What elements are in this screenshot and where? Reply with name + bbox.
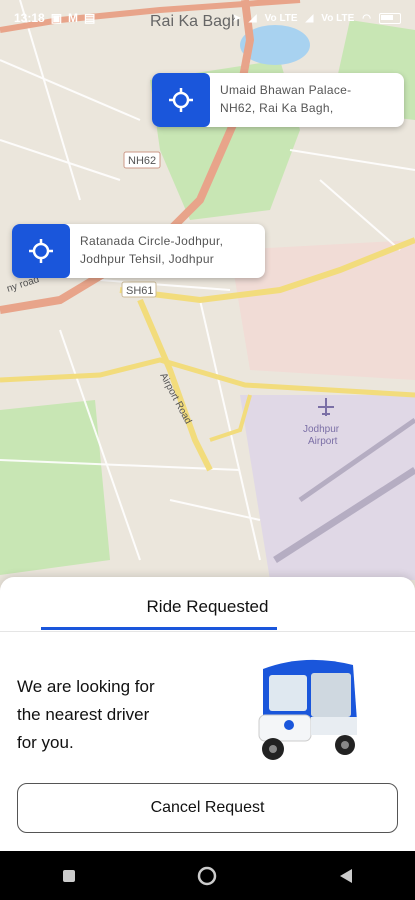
home-circle-icon[interactable] — [187, 856, 227, 896]
volte-icon: Vo LTE — [264, 12, 298, 24]
auto-rickshaw-image — [245, 651, 365, 776]
signal-icon: ◢ — [248, 12, 257, 24]
status-time: 13:18 — [14, 11, 45, 25]
map-label-sh61: SH61 — [126, 285, 154, 297]
gmail-icon: M — [68, 11, 79, 25]
signal-icon: ◢ — [305, 12, 314, 24]
volte-icon: Vo LTE — [321, 12, 355, 24]
divider — [0, 631, 415, 632]
map-label-airport-2: Airport — [308, 436, 338, 447]
status-bar: 13:18 ▣ M ▤ ➤ ◢ Vo LTE ◢ Vo LTE ◠ — [0, 0, 415, 36]
pickup-pin-card[interactable]: Umaid Bhawan Palace- NH62, Rai Ka Bagh, — [152, 73, 404, 127]
ride-status-sheet: Ride Requested We are looking for the ne… — [0, 577, 415, 851]
image-icon: ▤ — [84, 11, 96, 25]
pickup-address: Umaid Bhawan Palace- NH62, Rai Ka Bagh, — [210, 73, 361, 127]
map-label-nh62: NH62 — [128, 155, 156, 167]
message-line: the nearest driver — [17, 705, 150, 724]
drop-line1: Ratanada Circle-Jodhpur, — [80, 234, 224, 248]
tab-ride-requested[interactable]: Ride Requested — [0, 597, 415, 617]
map-label-airport-1: Jodhpur — [303, 424, 340, 435]
message-line: for you. — [17, 733, 74, 752]
back-triangle-icon[interactable] — [326, 856, 366, 896]
tab-indicator — [41, 627, 277, 630]
recents-square-icon[interactable] — [49, 856, 89, 896]
message-line: We are looking for — [17, 677, 155, 696]
location-target-icon — [152, 73, 210, 127]
pickup-line2: NH62, Rai Ka Bagh, — [220, 101, 334, 115]
drop-line2: Jodhpur Tehsil, Jodhpur — [80, 252, 215, 266]
system-nav-bar — [0, 851, 415, 900]
notification-icon: ▣ — [50, 11, 63, 25]
cancel-request-button[interactable]: Cancel Request — [17, 783, 398, 833]
drop-address: Ratanada Circle-Jodhpur, Jodhpur Tehsil,… — [70, 224, 233, 278]
searching-message: We are looking for the nearest driver fo… — [17, 673, 217, 757]
wifi-icon: ◠ — [362, 12, 371, 24]
location-target-icon — [12, 224, 70, 278]
pickup-line1: Umaid Bhawan Palace- — [220, 83, 352, 97]
drop-pin-card[interactable]: Ratanada Circle-Jodhpur, Jodhpur Tehsil,… — [12, 224, 265, 278]
location-icon: ➤ — [232, 12, 241, 24]
battery-icon — [379, 12, 401, 24]
